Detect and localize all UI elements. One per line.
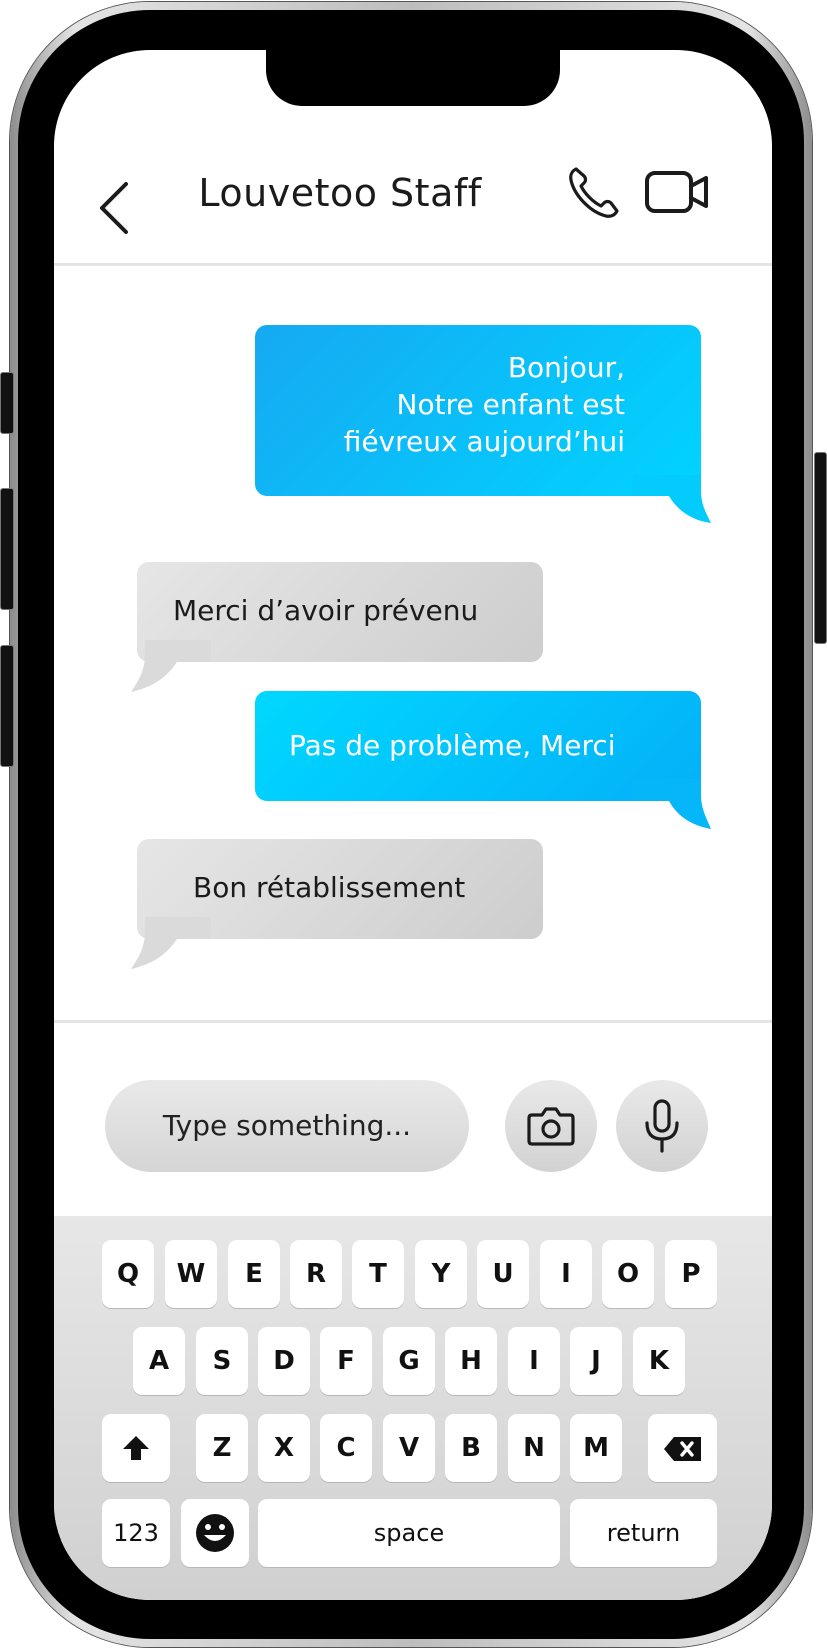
space-key[interactable]: space bbox=[258, 1499, 560, 1567]
microphone-button[interactable] bbox=[616, 1080, 708, 1172]
key-f[interactable]: F bbox=[320, 1327, 372, 1395]
key-i[interactable]: I bbox=[540, 1240, 592, 1308]
bubble-tail-icon bbox=[633, 779, 711, 829]
key-p[interactable]: P bbox=[665, 1240, 717, 1308]
key-k[interactable]: K bbox=[633, 1327, 685, 1395]
camera-button[interactable] bbox=[505, 1080, 597, 1172]
phone-icon bbox=[569, 167, 619, 218]
key-i-2[interactable]: I bbox=[508, 1327, 560, 1395]
composer-divider bbox=[54, 1020, 772, 1023]
key-a[interactable]: A bbox=[133, 1327, 185, 1395]
key-e[interactable]: E bbox=[228, 1240, 280, 1308]
key-b[interactable]: B bbox=[445, 1414, 497, 1482]
chat-title: Louvetoo Staff bbox=[198, 171, 482, 215]
delete-key[interactable] bbox=[648, 1414, 717, 1482]
key-u[interactable]: U bbox=[477, 1240, 529, 1308]
key-t[interactable]: T bbox=[352, 1240, 404, 1308]
key-o[interactable]: O bbox=[602, 1240, 654, 1308]
key-z[interactable]: Z bbox=[196, 1414, 248, 1482]
numbers-key[interactable]: 123 bbox=[102, 1499, 170, 1567]
key-c[interactable]: C bbox=[320, 1414, 372, 1482]
message-input[interactable]: Type something... bbox=[105, 1080, 469, 1172]
mute-switch bbox=[0, 372, 14, 434]
key-d[interactable]: D bbox=[258, 1327, 310, 1395]
video-camera-icon bbox=[645, 171, 708, 213]
key-x[interactable]: X bbox=[258, 1414, 310, 1482]
bubble-tail-icon bbox=[633, 475, 711, 523]
shift-arrow-icon bbox=[123, 1436, 149, 1460]
key-y[interactable]: Y bbox=[415, 1240, 467, 1308]
message-text: Pas de problème, Merci bbox=[289, 729, 616, 762]
notch bbox=[266, 48, 560, 106]
message-received-2: Bon rétablissement bbox=[131, 839, 543, 971]
emoji-key[interactable] bbox=[181, 1499, 249, 1567]
key-m[interactable]: M bbox=[570, 1414, 622, 1482]
emoji-smiley-icon bbox=[196, 1514, 234, 1552]
microphone-icon bbox=[645, 1099, 679, 1153]
key-g[interactable]: G bbox=[383, 1327, 435, 1395]
video-call-button[interactable] bbox=[644, 168, 710, 218]
shift-key[interactable] bbox=[102, 1414, 170, 1482]
key-w[interactable]: W bbox=[165, 1240, 217, 1308]
camera-icon bbox=[527, 1107, 575, 1146]
message-text: Merci d’avoir prévenu bbox=[173, 594, 479, 627]
volume-down-button bbox=[0, 645, 14, 767]
back-button[interactable] bbox=[96, 168, 136, 248]
power-button bbox=[814, 452, 827, 644]
key-r[interactable]: R bbox=[290, 1240, 342, 1308]
key-h[interactable]: H bbox=[445, 1327, 497, 1395]
bubble-tail-icon bbox=[131, 640, 211, 692]
return-key[interactable]: return bbox=[570, 1499, 717, 1567]
message-sent-2: Pas de problème, Merci bbox=[255, 691, 711, 831]
chevron-left-icon bbox=[100, 182, 128, 234]
key-s[interactable]: S bbox=[196, 1327, 248, 1395]
key-q[interactable]: Q bbox=[102, 1240, 154, 1308]
message-text: Bon rétablissement bbox=[193, 871, 466, 904]
call-button[interactable] bbox=[566, 165, 622, 221]
message-text: Bonjour, Notre enfant est fiévreux aujou… bbox=[343, 351, 625, 458]
message-sent-1: Bonjour, Notre enfant est fiévreux aujou… bbox=[255, 325, 711, 525]
volume-up-button bbox=[0, 488, 14, 610]
key-n[interactable]: N bbox=[508, 1414, 560, 1482]
key-v[interactable]: V bbox=[383, 1414, 435, 1482]
bubble-tail-icon bbox=[131, 917, 211, 969]
key-j[interactable]: J bbox=[570, 1327, 622, 1395]
backspace-icon bbox=[664, 1437, 701, 1461]
message-received-1: Merci d’avoir prévenu bbox=[131, 562, 543, 694]
header-divider bbox=[54, 263, 772, 266]
